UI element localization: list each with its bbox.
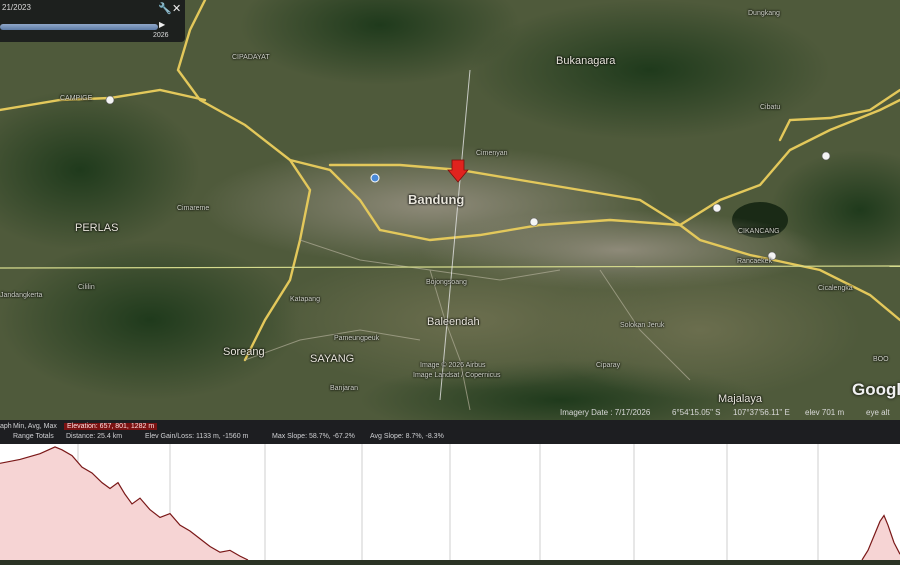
distance-stat: Distance: 25.4 km <box>66 433 123 440</box>
range-totals-label: Range Totals <box>13 433 54 440</box>
forward-arrow-icon[interactable]: ▶ <box>159 20 165 29</box>
map-label: Bukanagara <box>556 55 616 67</box>
eye-altitude: eye alt <box>866 408 890 417</box>
elevation-profile-plot[interactable] <box>0 444 900 561</box>
close-icon[interactable]: ✕ <box>172 2 181 15</box>
map-view[interactable]: Bandung Bukanagara Dungkang Cimenyan CIPADAY… <box>0 0 900 420</box>
elevation-profile-chart[interactable] <box>0 444 900 561</box>
min-avg-max-label: Min, Avg, Max <box>13 423 57 430</box>
map-label: CAMPIGE <box>60 95 93 102</box>
google-logo: Googl <box>852 380 900 399</box>
map-label: Katapang <box>290 296 320 303</box>
map-label: Image Landsat / Copernicus <box>413 372 501 379</box>
map-label: SAYANG <box>310 353 355 365</box>
elevation-readout: elev 701 m <box>805 408 845 417</box>
max-slope-stat: Max Slope: 58.7%, -67.2% <box>272 433 355 440</box>
map-label: Banjaran <box>330 385 359 392</box>
map-label: Cimareme <box>177 205 210 212</box>
time-slider-track[interactable] <box>0 24 158 30</box>
wrench-icon[interactable]: 🔧 <box>158 2 172 15</box>
map-label: Rancaekek <box>737 258 773 265</box>
map-label: Cibatu <box>760 104 781 111</box>
poi-marker-icon[interactable] <box>370 173 380 183</box>
historical-imagery-slider[interactable]: 21/2023 🔧 ✕ ▶ 2026 <box>0 0 185 42</box>
slider-date: 21/2023 <box>2 3 31 12</box>
imagery-date: Imagery Date : 7/17/2026 <box>560 408 651 417</box>
status-bar: Imagery Date : 7/17/2026 6°54'15.05" S 1… <box>0 405 900 419</box>
map-label: Cimenyan <box>476 150 508 157</box>
map-label: Cililin <box>78 284 95 291</box>
satellite-imagery[interactable] <box>0 0 900 420</box>
map-label: Baleendah <box>427 316 480 328</box>
elevation-area <box>0 446 248 560</box>
map-label: Solokan Jeruk <box>620 322 665 329</box>
map-label: CIKANCANG <box>738 228 780 235</box>
map-label: Dungkang <box>748 10 780 17</box>
map-label: CIPADAYAT <box>232 54 270 61</box>
elevation-profile-header: aph Min, Avg, Max Elevation: 657, 801, 1… <box>0 420 900 444</box>
map-label: PERLAS <box>75 222 119 234</box>
map-label: BOO <box>873 356 889 363</box>
latitude-readout: 6°54'15.05" S <box>672 408 721 417</box>
map-label: Jandangkerta <box>0 292 43 299</box>
map-label: Ciparay <box>596 362 621 369</box>
map-label: Cicalengka <box>818 285 853 292</box>
map-label: Image © 2026 Airbus <box>420 362 486 369</box>
elevation-stats: Elevation: 657, 801, 1282 m <box>64 423 158 430</box>
map-label: Soreang <box>223 346 265 358</box>
map-label: Bandung <box>408 192 465 207</box>
avg-slope-stat: Avg Slope: 8.7%, -8.3% <box>370 433 444 440</box>
graph-label: aph <box>0 423 12 430</box>
elevation-area <box>862 515 900 560</box>
slider-end-year: 2026 <box>153 32 169 39</box>
map-label: Bojongsoang <box>426 279 467 286</box>
elev-gain-loss-stat: Elev Gain/Loss: 1133 m, -1560 m <box>145 433 249 440</box>
map-label: Majalaya <box>718 393 763 405</box>
map-label: Pameungpeuk <box>334 335 380 342</box>
longitude-readout: 107°37'56.11" E <box>733 408 790 417</box>
